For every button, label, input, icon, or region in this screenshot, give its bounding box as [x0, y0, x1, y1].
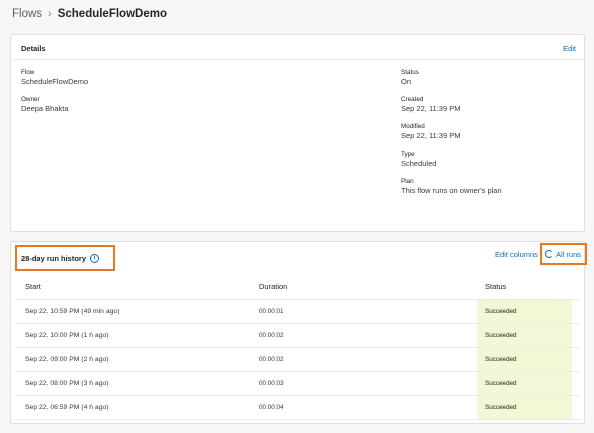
field-modified: Modified Sep 22, 11:39 PM [401, 123, 581, 141]
plan-value: This flow runs on owner's plan [401, 186, 502, 195]
edit-details-link[interactable]: Edit [563, 44, 576, 53]
created-label: Created [401, 96, 424, 103]
run-duration: 00:00:02 [259, 356, 284, 363]
field-plan: Plan This flow runs on owner's plan [401, 178, 581, 196]
run-status: Succeeded [477, 372, 572, 395]
run-start[interactable]: Sep 22, 08:00 PM (3 h ago) [15, 380, 249, 387]
status-label: Status [401, 69, 419, 76]
all-runs-button[interactable]: All runs [540, 243, 587, 265]
created-value: Sep 22, 11:39 PM [401, 104, 461, 113]
field-type: Type Scheduled [401, 151, 581, 169]
breadcrumb: Flows › ScheduleFlowDemo [12, 6, 167, 22]
flow-label: Flow [21, 69, 35, 76]
run-history-table: Start Duration Status Sep 22, 10:59 PM (… [15, 274, 580, 420]
run-status: Succeeded [477, 348, 572, 371]
column-header-start[interactable]: Start [15, 282, 249, 291]
run-duration: 00:00:02 [259, 332, 284, 339]
run-start[interactable]: Sep 22, 10:00 PM (1 h ago) [15, 332, 249, 339]
run-duration: 00:00:03 [259, 380, 284, 387]
run-history-title-text: 28-day run history [21, 253, 87, 263]
field-flow: Flow ScheduleFlowDemo [21, 69, 201, 87]
column-header-duration[interactable]: Duration [249, 282, 477, 291]
owner-value: Deepa Bhakta [21, 104, 69, 113]
details-divider [11, 59, 584, 60]
table-row[interactable]: Sep 22, 10:59 PM (49 min ago) 00:00:01 S… [15, 300, 580, 324]
field-owner: Owner Deepa Bhakta [21, 96, 201, 114]
modified-label: Modified [401, 123, 425, 130]
status-value: On [401, 77, 412, 86]
run-status: Succeeded [477, 324, 572, 347]
table-row[interactable]: Sep 22, 08:00 PM (3 h ago) 00:00:03 Succ… [15, 372, 580, 396]
run-start[interactable]: Sep 22, 09:00 PM (2 h ago) [15, 356, 249, 363]
field-status: Status On [401, 69, 581, 87]
plan-label: Plan [401, 178, 414, 185]
run-status: Succeeded [477, 300, 572, 323]
table-row[interactable]: Sep 22, 06:59 PM (4 h ago) 00:00:04 Succ… [15, 396, 580, 420]
all-runs-label: All runs [556, 249, 582, 259]
run-status: Succeeded [477, 396, 572, 419]
field-created: Created Sep 22, 11:39 PM [401, 96, 581, 114]
table-row[interactable]: Sep 22, 10:00 PM (1 h ago) 00:00:02 Succ… [15, 324, 580, 348]
table-row[interactable]: Sep 22, 09:00 PM (2 h ago) 00:00:02 Succ… [15, 348, 580, 372]
refresh-icon [545, 250, 553, 258]
flow-value: ScheduleFlowDemo [21, 77, 89, 86]
column-header-status[interactable]: Status [477, 274, 572, 299]
type-label: Type [401, 151, 415, 158]
owner-label: Owner [21, 96, 40, 103]
run-history-title: 28-day run history i [15, 245, 115, 271]
details-card: Details Edit Flow ScheduleFlowDemo Owner… [10, 34, 585, 232]
run-start[interactable]: Sep 22, 10:59 PM (49 min ago) [15, 308, 249, 315]
modified-value: Sep 22, 11:39 PM [401, 131, 461, 140]
run-start[interactable]: Sep 22, 06:59 PM (4 h ago) [15, 404, 249, 411]
breadcrumb-flows-link[interactable]: Flows [12, 8, 42, 20]
type-value: Scheduled [401, 159, 437, 168]
run-history-card: 28-day run history i Edit columns All ru… [10, 241, 587, 424]
run-duration: 00:00:04 [259, 404, 284, 411]
chevron-right-icon: › [48, 8, 52, 20]
table-header: Start Duration Status [15, 274, 580, 300]
breadcrumb-current: ScheduleFlowDemo [57, 8, 167, 20]
run-duration: 00:00:01 [259, 308, 284, 315]
info-icon[interactable]: i [90, 253, 100, 263]
edit-columns-link[interactable]: Edit columns [495, 250, 538, 259]
details-title: Details [21, 44, 46, 53]
